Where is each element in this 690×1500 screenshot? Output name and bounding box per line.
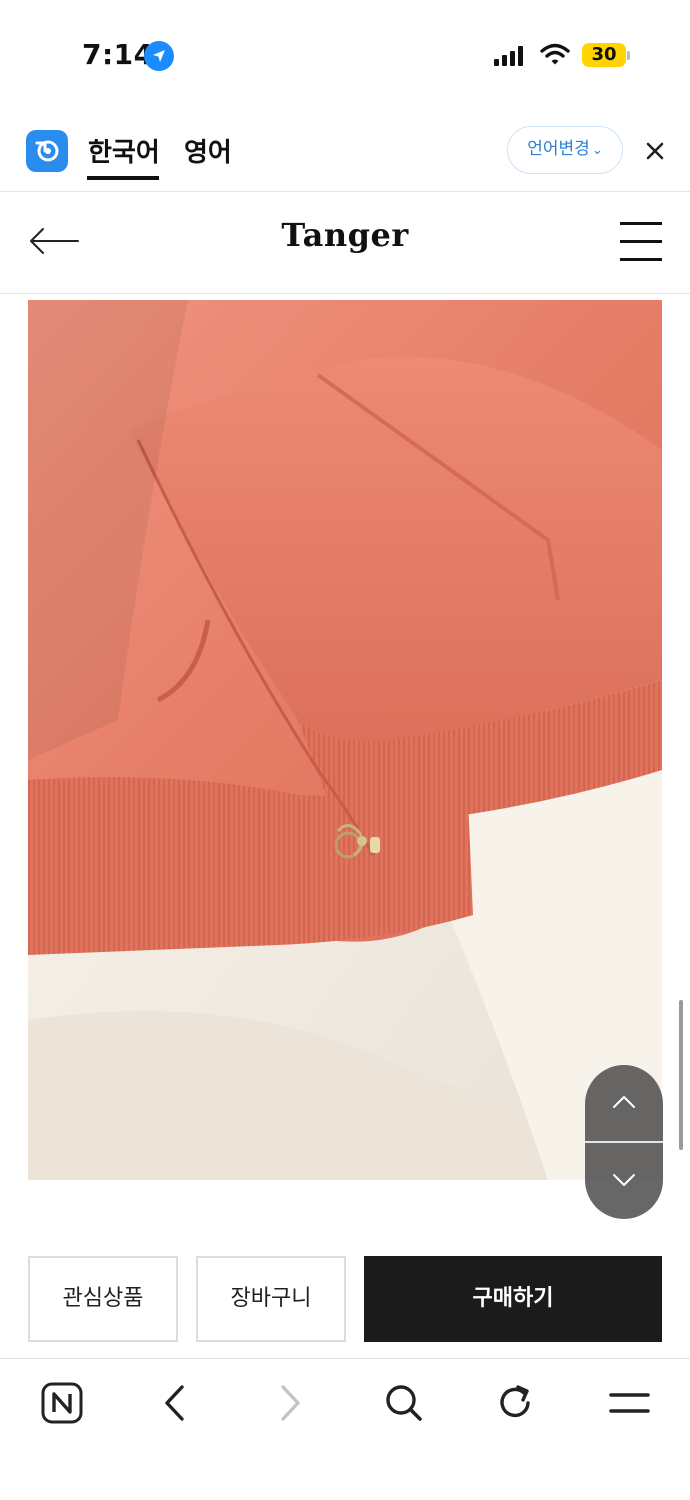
status-time: 7:14 xyxy=(82,38,154,71)
scroll-controls xyxy=(585,1065,663,1219)
scroll-up-button[interactable] xyxy=(585,1065,663,1141)
battery-icon: 30 xyxy=(582,43,626,67)
change-language-label: 언어변경 xyxy=(527,139,590,159)
page-scrollbar[interactable] xyxy=(679,1000,683,1150)
battery-nub xyxy=(627,51,630,60)
tab-english[interactable]: 영어 xyxy=(184,132,232,169)
purchase-actions: 관심상품 장바구니 구매하기 xyxy=(0,1256,690,1342)
wifi-icon xyxy=(540,43,570,71)
chevron-up-icon xyxy=(613,1096,635,1108)
menu-icon[interactable] xyxy=(608,1381,652,1425)
buy-button[interactable]: 구매하기 xyxy=(364,1256,662,1342)
product-image xyxy=(28,300,662,1180)
translate-bar: 한국어 영어 언어변경 ⌄ xyxy=(0,110,690,192)
site-logo[interactable]: Tanger xyxy=(0,216,690,254)
cart-button[interactable]: 장바구니 xyxy=(196,1256,346,1342)
naver-n-icon[interactable] xyxy=(40,1381,84,1425)
tab-korean[interactable]: 한국어 xyxy=(88,132,160,169)
search-icon[interactable] xyxy=(382,1381,426,1425)
hamburger-menu-icon[interactable] xyxy=(620,222,662,262)
location-arrow-icon xyxy=(144,41,174,71)
active-tab-indicator xyxy=(87,176,159,180)
chevron-down-icon: ⌄ xyxy=(591,143,603,158)
back-icon[interactable] xyxy=(154,1381,198,1425)
wishlist-button[interactable]: 관심상품 xyxy=(28,1256,178,1342)
close-icon[interactable] xyxy=(642,138,668,164)
status-bar: 7:14 30 xyxy=(0,0,690,110)
battery-level: 30 xyxy=(591,44,617,65)
translator-logo-icon xyxy=(26,130,68,172)
site-header: Tanger xyxy=(0,192,690,294)
scroll-down-button[interactable] xyxy=(585,1143,663,1219)
cellular-signal-icon xyxy=(494,46,524,66)
browser-toolbar xyxy=(0,1358,690,1500)
chevron-down-icon xyxy=(613,1174,635,1186)
forward-icon[interactable] xyxy=(268,1381,312,1425)
refresh-icon[interactable] xyxy=(494,1381,538,1425)
change-language-button[interactable]: 언어변경 ⌄ xyxy=(507,126,623,174)
